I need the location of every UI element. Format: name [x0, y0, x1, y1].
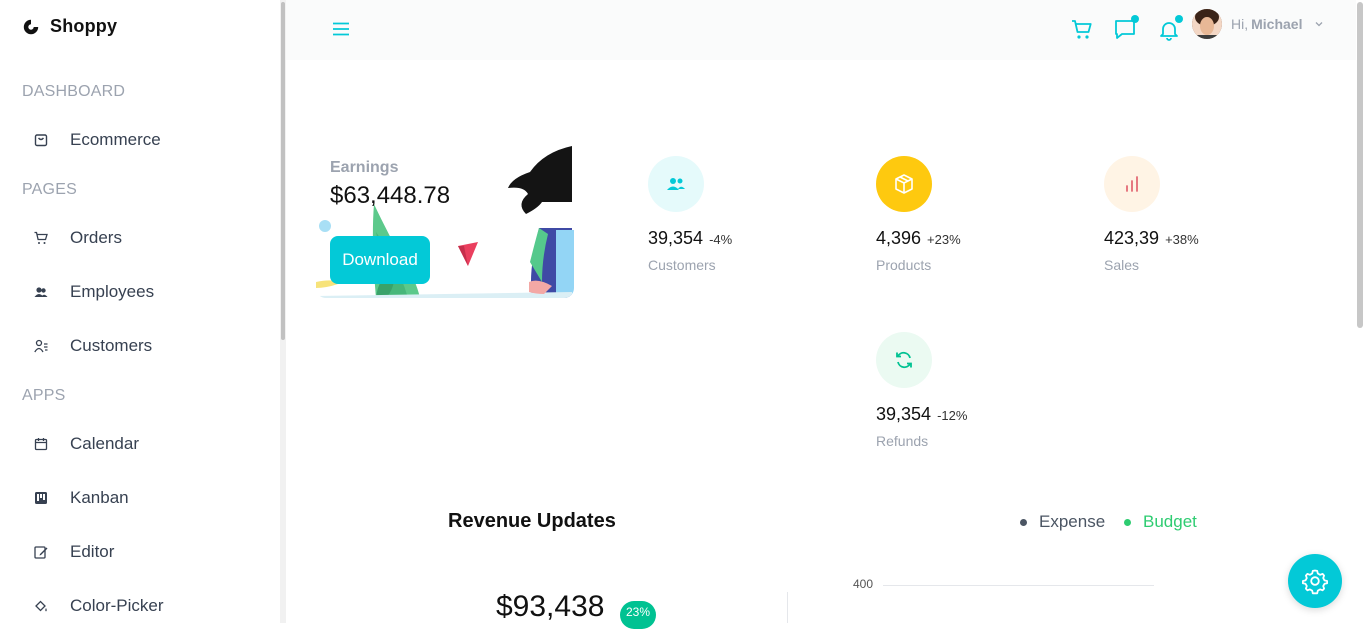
stat-percent: +23% [927, 232, 961, 247]
gear-icon [1302, 569, 1328, 595]
earnings-label: Earnings [330, 159, 399, 176]
brand-logo[interactable]: Shoppy [22, 16, 117, 37]
section-apps: APPS [22, 387, 66, 404]
sidebar-item-ecommerce[interactable]: Ecommerce [34, 128, 161, 152]
calendar-icon [34, 438, 48, 451]
stat-sales: 423,39 +38% Sales [1104, 156, 1199, 273]
sidebar-item-editor[interactable]: Editor [34, 540, 114, 564]
sidebar: Shoppy DASHBOARD Ecommerce PAGES Orders … [0, 0, 286, 623]
revenue-badge: 23% [620, 601, 656, 629]
legend-label: Expense [1039, 512, 1106, 531]
stat-label: Refunds [876, 433, 929, 449]
sidebar-item-color-picker[interactable]: Color-Picker [34, 594, 164, 618]
sidebar-item-label: Editor [70, 542, 115, 561]
sidebar-item-kanban[interactable]: Kanban [34, 486, 129, 510]
legend-expense[interactable]: Expense [1020, 512, 1105, 532]
box-icon [895, 174, 913, 194]
stat-label: Customers [648, 257, 716, 273]
chart-grid-line [883, 585, 1154, 586]
legend-dot-icon [1020, 518, 1027, 526]
refunds-icon-button[interactable] [876, 332, 932, 388]
stat-label: Products [876, 257, 932, 273]
section-dashboard: DASHBOARD [22, 83, 126, 100]
stat-value: 39,354 -4% [648, 228, 732, 249]
revenue-title: Revenue Updates [448, 510, 616, 532]
sidebar-item-employees[interactable]: Employees [34, 280, 154, 304]
products-icon-button[interactable] [876, 156, 932, 212]
legend-budget[interactable]: Budget [1124, 512, 1197, 532]
avatar-image [1192, 9, 1222, 39]
stat-number: 423,39 [1104, 228, 1160, 248]
legend-dot-icon [1124, 518, 1131, 526]
bar-chart-icon [1126, 176, 1138, 192]
stat-number: 4,396 [876, 228, 922, 248]
stat-number: 39,354 [648, 228, 704, 248]
avatar[interactable] [1192, 9, 1222, 39]
sidebar-item-calendar[interactable]: Calendar [34, 432, 139, 456]
sidebar-item-label: Color-Picker [70, 596, 164, 615]
sidebar-item-customers[interactable]: Customers [34, 334, 152, 358]
settings-button[interactable] [1288, 554, 1342, 608]
sales-icon-button[interactable] [1104, 156, 1160, 212]
earnings-value: $63,448.78 [330, 182, 451, 209]
stat-percent: -4% [709, 232, 733, 247]
cart-icon[interactable] [1071, 19, 1093, 41]
stat-value: 4,396 +23% [876, 228, 961, 249]
sidebar-item-label: Calendar [70, 434, 139, 453]
edit-icon [34, 546, 48, 559]
menu-icon[interactable] [332, 20, 350, 38]
sidebar-item-label: Orders [70, 228, 122, 247]
sidebar-item-label: Employees [70, 282, 155, 301]
section-pages: PAGES [22, 181, 77, 198]
stat-products: 4,396 +23% Products [876, 156, 961, 273]
bell-notification-dot [1175, 15, 1183, 23]
chat-notification-dot [1131, 15, 1139, 23]
paint-bucket-icon [35, 600, 47, 612]
sidebar-scrollbar-thumb[interactable] [281, 2, 285, 340]
customers-icon [34, 339, 48, 353]
refresh-icon [896, 351, 912, 369]
chevron-down-icon[interactable] [1314, 19, 1324, 29]
user-name: Michael [1251, 16, 1303, 32]
page-scrollbar-thumb[interactable] [1357, 2, 1363, 328]
stat-value: 39,354 -12% [876, 404, 967, 425]
greeting-text: Hi, [1231, 16, 1249, 32]
stat-percent: +38% [1165, 232, 1199, 247]
legend-label: Budget [1143, 512, 1197, 531]
customers-icon-button[interactable] [648, 156, 704, 212]
kanban-icon [35, 492, 47, 504]
axis-tick-label: 400 [853, 577, 874, 591]
user-greeting[interactable]: Hi, Michael [1231, 16, 1302, 32]
employees-icon [34, 287, 48, 297]
sidebar-item-label: Ecommerce [70, 130, 161, 149]
stat-label: Sales [1104, 257, 1140, 273]
shopping-bag-icon [34, 134, 48, 147]
stat-number: 39,354 [876, 404, 932, 424]
revenue-amount: $93,438 [496, 590, 605, 623]
shoppy-logo-icon [23, 19, 39, 34]
stat-percent: -12% [937, 408, 968, 423]
stat-value: 423,39 +38% [1104, 228, 1199, 249]
customers-icon [667, 178, 685, 190]
sidebar-item-label: Customers [70, 336, 153, 355]
brand-name: Shoppy [50, 16, 118, 36]
stat-refunds: 39,354 -12% Refunds [876, 332, 967, 449]
cart-icon [34, 231, 48, 244]
sidebar-item-label: Kanban [70, 488, 129, 507]
sidebar-item-orders[interactable]: Orders [34, 226, 122, 250]
stat-customers: 39,354 -4% Customers [648, 156, 732, 273]
divider [787, 592, 788, 623]
download-button[interactable]: Download [330, 236, 430, 284]
